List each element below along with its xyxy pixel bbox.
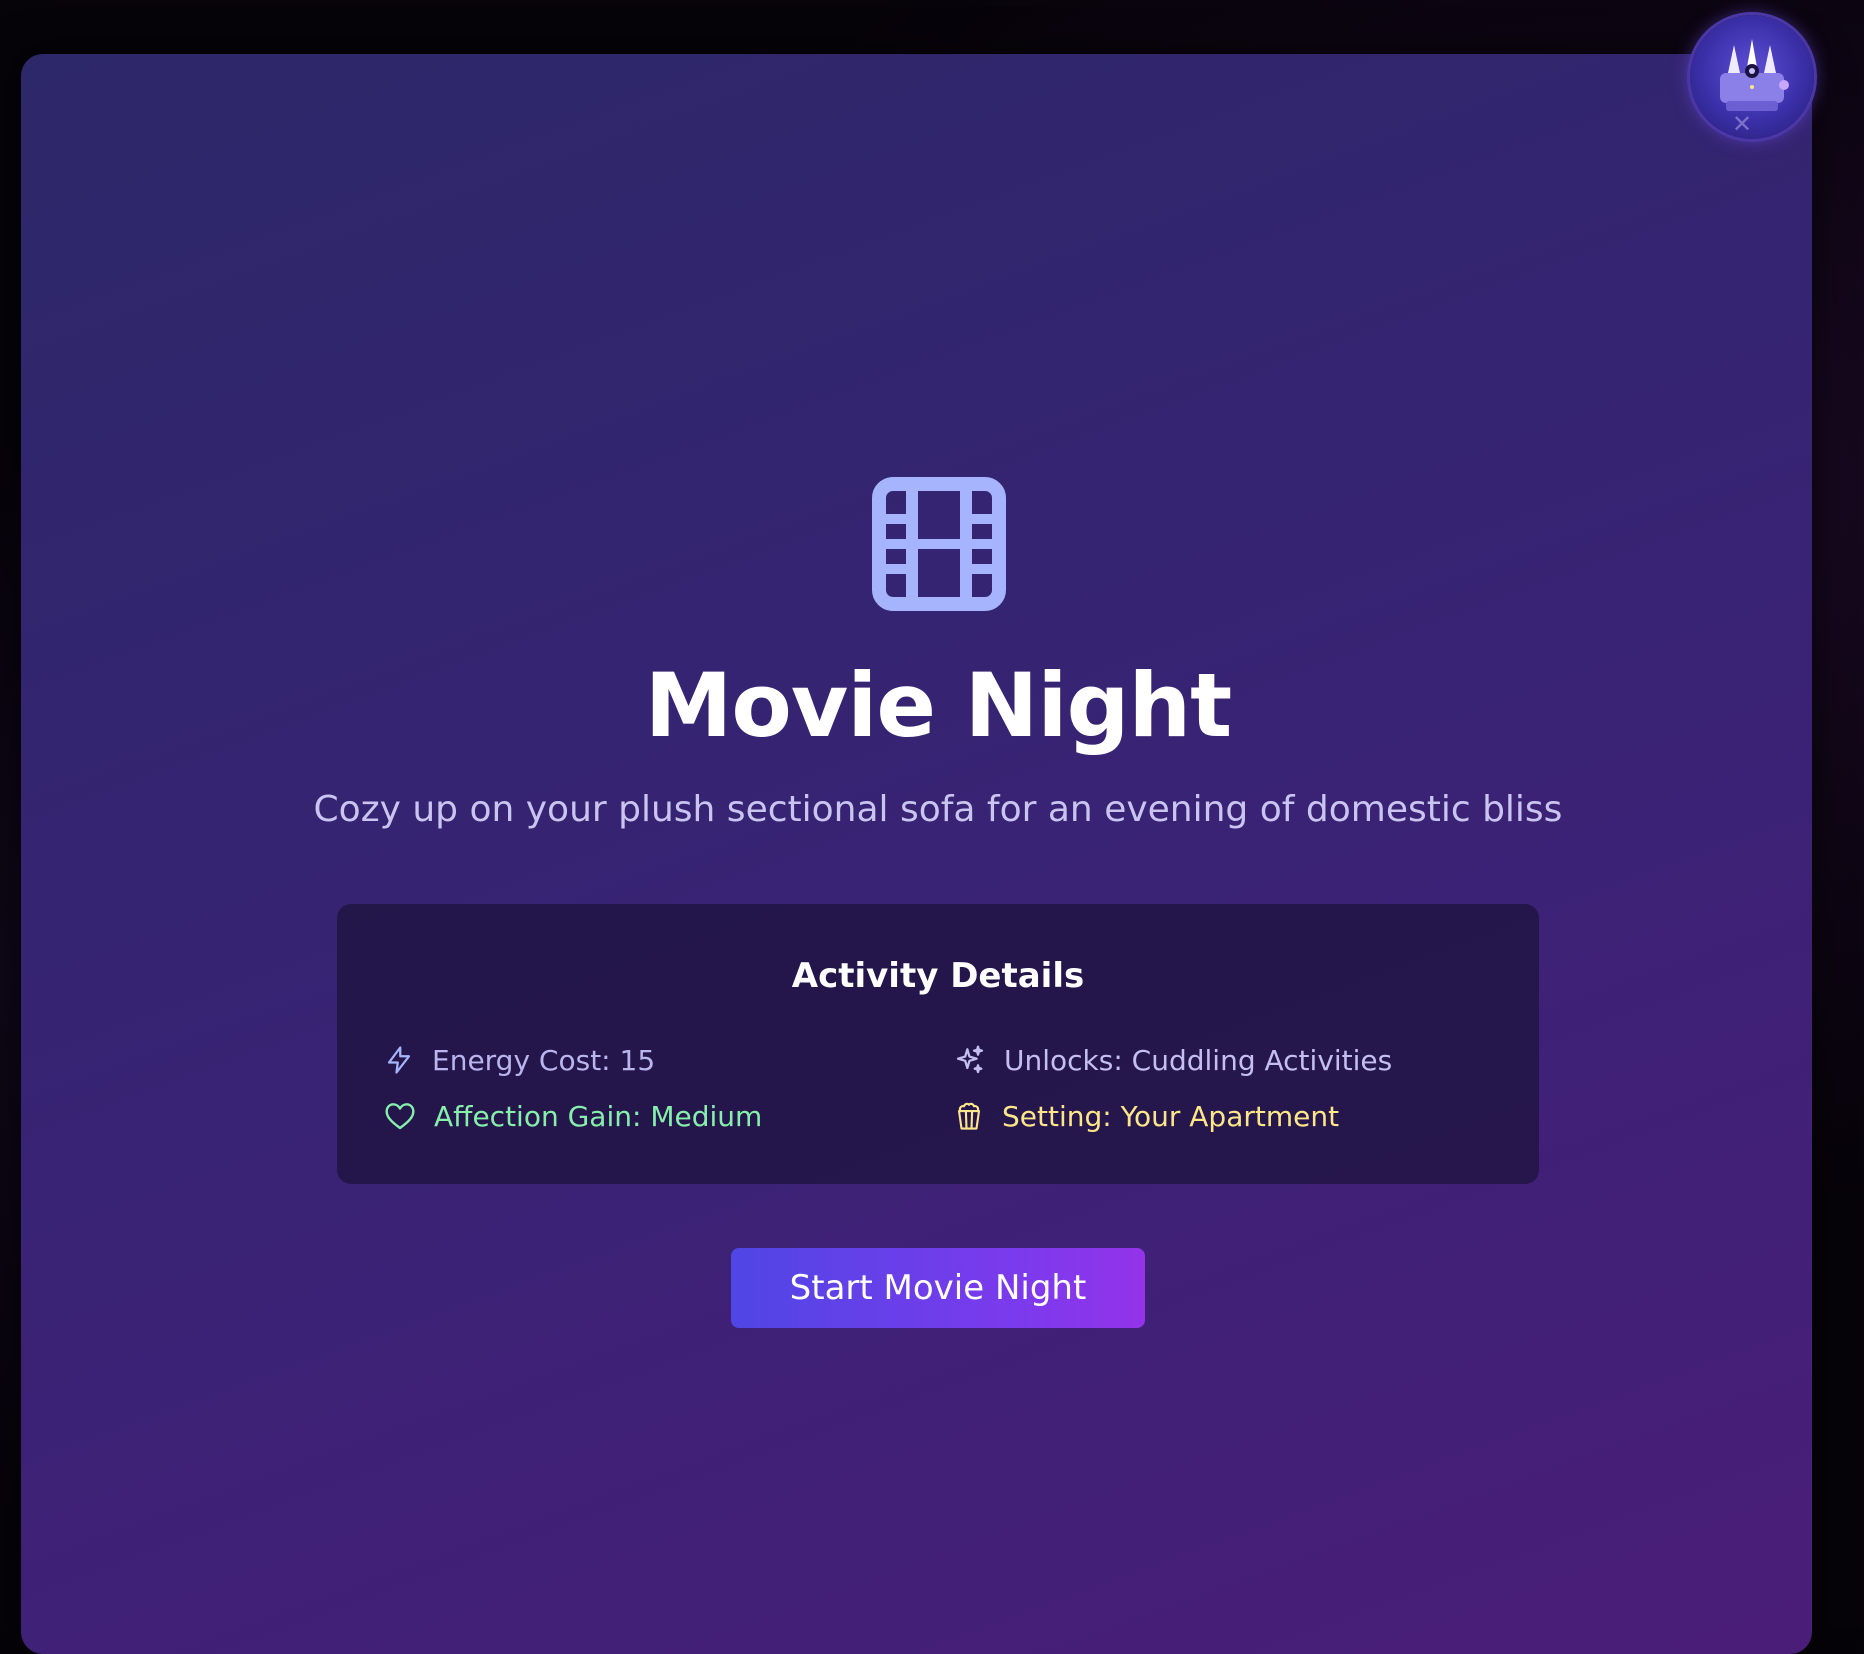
activity-title: Movie Night bbox=[644, 654, 1232, 757]
close-icon[interactable]: ✕ bbox=[1730, 112, 1754, 136]
detail-setting: Setting: Your Apartment bbox=[954, 1096, 1339, 1136]
sparkles-icon bbox=[956, 1045, 984, 1074]
popcorn-icon bbox=[957, 1102, 981, 1130]
energy-cost-text: Energy Cost: 15 bbox=[432, 1043, 656, 1077]
details-heading: Activity Details bbox=[791, 956, 1085, 996]
unlocks-text: Unlocks: Cuddling Activities bbox=[1004, 1043, 1393, 1077]
film-icon bbox=[872, 477, 1006, 611]
lightning-icon bbox=[387, 1046, 411, 1074]
setting-text: Setting: Your Apartment bbox=[1002, 1099, 1340, 1133]
start-movie-night-button[interactable]: Start Movie Night bbox=[731, 1248, 1145, 1328]
detail-affection-gain: Affection Gain: Medium bbox=[384, 1096, 762, 1136]
affection-gain-text: Affection Gain: Medium bbox=[434, 1099, 763, 1133]
activity-modal: Movie Night Cozy up on your plush sectio… bbox=[21, 54, 1812, 1654]
activity-details-panel: Activity Details Energy Cost: 15 Unlocks… bbox=[337, 904, 1539, 1184]
detail-unlocks: Unlocks: Cuddling Activities bbox=[954, 1040, 1392, 1080]
activity-description: Cozy up on your plush sectional sofa for… bbox=[313, 789, 1563, 830]
heart-icon bbox=[385, 1103, 415, 1130]
detail-energy-cost: Energy Cost: 15 bbox=[384, 1040, 655, 1080]
